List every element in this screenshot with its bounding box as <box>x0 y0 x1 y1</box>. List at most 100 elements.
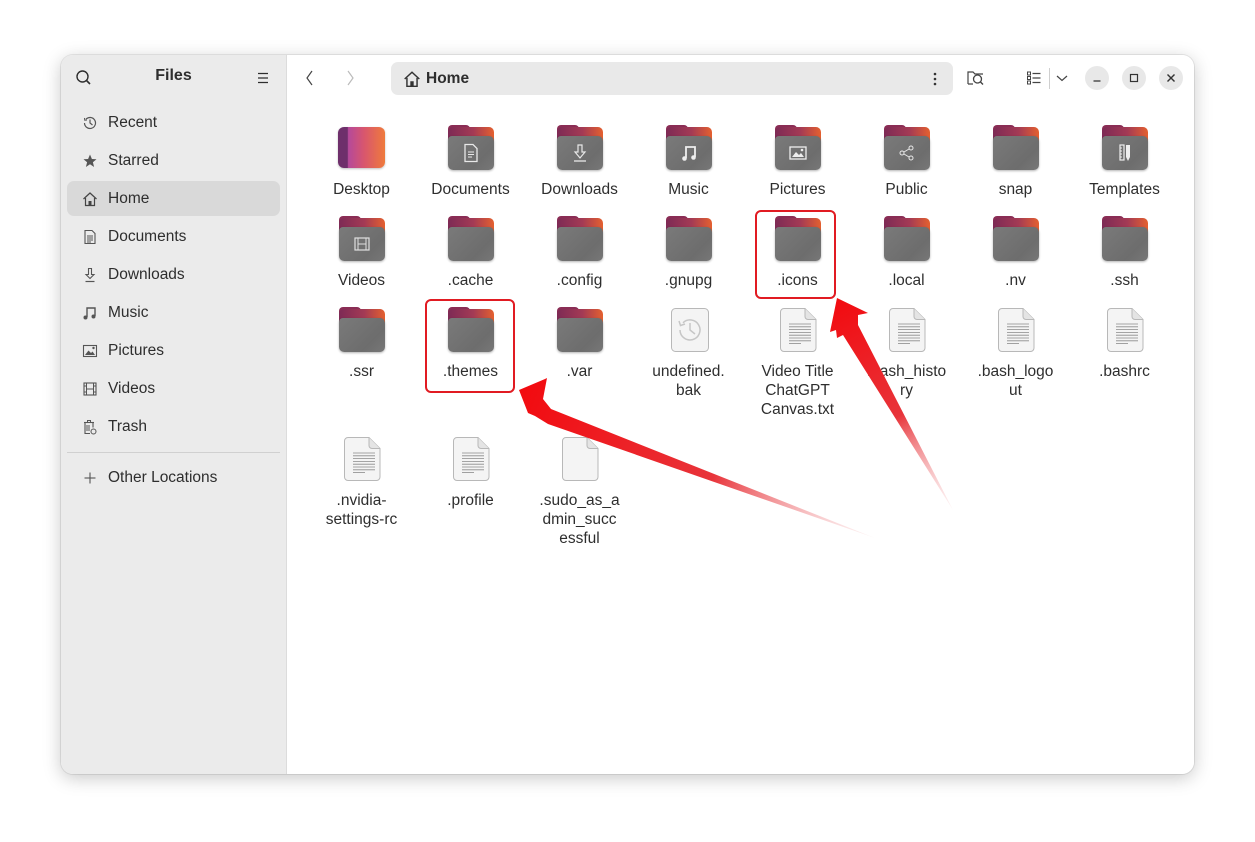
maximize-icon <box>1129 73 1139 83</box>
file-name-label: .ssh <box>1110 272 1139 289</box>
file-item-dot-profile[interactable]: .profile <box>416 436 525 510</box>
minimize-icon <box>1093 80 1101 82</box>
file-name-label: snap <box>998 181 1033 198</box>
sidebar-item-label: Trash <box>108 417 148 435</box>
sidebar-header: Files <box>61 55 286 101</box>
document-icon <box>81 228 99 246</box>
hamburger-menu-icon[interactable] <box>254 69 272 87</box>
sidebar-item-other-locations[interactable]: Other Locations <box>67 460 280 495</box>
folder-icon <box>663 125 715 171</box>
sidebar-item-home[interactable]: Home <box>67 181 280 216</box>
home-icon <box>81 190 99 208</box>
desktop-folder-icon <box>336 125 388 171</box>
file-item-dot-ssh[interactable]: .ssh <box>1070 216 1179 290</box>
folder-icon <box>336 307 388 353</box>
film-icon <box>339 227 385 261</box>
sidebar-item-starred[interactable]: Starred <box>67 143 280 178</box>
download-icon <box>81 266 99 284</box>
file-item-dot-bashrc[interactable]: .bashrc <box>1070 307 1179 381</box>
folder-icon <box>1099 216 1151 262</box>
sidebar-item-music[interactable]: Music <box>67 295 280 330</box>
sidebar-places: Recent Starred Home Documents Downloads … <box>67 105 280 498</box>
folder-icon <box>990 216 1042 262</box>
file-item-dot-var[interactable]: .var <box>525 307 634 381</box>
file-item-downloads[interactable]: Downloads <box>525 125 634 199</box>
file-item-video-title-chatgpt-canvas-txt[interactable]: Video Title ChatGPT Canvas.txt <box>743 307 852 419</box>
breadcrumb-home[interactable]: Home <box>426 70 469 88</box>
folder-icon <box>445 307 497 353</box>
file-item-dot-gnupg[interactable]: .gnupg <box>634 216 743 290</box>
file-item-dot-bash-logout[interactable]: .bash_logo ut <box>961 307 1070 400</box>
search-location-button[interactable] <box>965 67 987 89</box>
download-icon <box>557 136 603 170</box>
file-item-dot-nvidia-settings-rc[interactable]: .nvidia- settings-rc <box>307 436 416 529</box>
file-name-label: Pictures <box>769 181 826 198</box>
file-item-dot-config[interactable]: .config <box>525 216 634 290</box>
file-name-label: undefined. bak <box>652 363 725 399</box>
minimize-button[interactable] <box>1085 66 1109 90</box>
view-options-button[interactable] <box>1051 67 1073 89</box>
sidebar-item-documents[interactable]: Documents <box>67 219 280 254</box>
file-item-documents[interactable]: Documents <box>416 125 525 199</box>
path-bar[interactable]: Home <box>391 62 953 95</box>
file-item-dot-themes[interactable]: .themes <box>416 307 525 381</box>
file-item-pictures[interactable]: Pictures <box>743 125 852 199</box>
folder-icon <box>881 216 933 262</box>
close-icon <box>1167 74 1175 82</box>
sidebar-item-videos[interactable]: Videos <box>67 371 280 406</box>
file-name-label: .local <box>888 272 925 289</box>
files-window: Files Recent Starred Home Documents Down… <box>61 55 1194 774</box>
file-item-public[interactable]: Public <box>852 125 961 199</box>
clock-icon <box>81 114 99 132</box>
picture-icon <box>81 342 99 360</box>
text-file-icon <box>445 436 497 482</box>
sidebar-item-recent[interactable]: Recent <box>67 105 280 140</box>
share-icon <box>884 136 930 170</box>
folder-search-icon <box>967 71 984 85</box>
chevron-down-icon <box>1056 75 1068 82</box>
vertical-ellipsis-icon[interactable] <box>927 70 943 88</box>
music-note-icon <box>81 304 99 322</box>
file-name-label: .nvidia- settings-rc <box>325 492 398 528</box>
film-icon <box>81 380 99 398</box>
file-item-dot-cache[interactable]: .cache <box>416 216 525 290</box>
sidebar-separator <box>67 452 280 453</box>
file-item-dot-local[interactable]: .local <box>852 216 961 290</box>
folder-icon <box>990 125 1042 171</box>
file-item-music[interactable]: Music <box>634 125 743 199</box>
chevron-right-icon <box>347 70 354 86</box>
empty-file-icon <box>554 436 606 482</box>
folder-icon <box>663 216 715 262</box>
file-item-dot-icons[interactable]: .icons <box>743 216 852 290</box>
text-file-icon <box>990 307 1042 353</box>
file-name-label: .bash_histo ry <box>866 363 947 399</box>
close-button[interactable] <box>1159 66 1183 90</box>
forward-button[interactable] <box>339 67 361 89</box>
backup-file-icon <box>663 307 715 353</box>
maximize-button[interactable] <box>1122 66 1146 90</box>
plus-icon <box>81 469 99 487</box>
sidebar-item-label: Starred <box>108 151 159 169</box>
file-name-label: .themes <box>442 363 499 380</box>
sidebar-item-label: Recent <box>108 113 158 131</box>
app-title: Files <box>155 67 192 84</box>
file-item-dot-nv[interactable]: .nv <box>961 216 1070 290</box>
file-name-label: Templates <box>1089 181 1160 198</box>
file-item-dot-ssr[interactable]: .ssr <box>307 307 416 381</box>
sidebar-item-trash[interactable]: Trash <box>67 409 280 444</box>
list-view-button[interactable] <box>1023 67 1045 89</box>
sidebar-item-downloads[interactable]: Downloads <box>67 257 280 292</box>
file-name-label: .bashrc <box>1099 363 1150 380</box>
sidebar-item-label: Downloads <box>108 265 185 283</box>
file-item-dot-sudo-as-admin-successful[interactable]: .sudo_as_a dmin_succ essful <box>525 436 634 548</box>
file-item-dot-bash-history[interactable]: .bash_histo ry <box>852 307 961 400</box>
sidebar-item-pictures[interactable]: Pictures <box>67 333 280 368</box>
file-name-label: Documents <box>431 181 510 198</box>
file-item-snap[interactable]: snap <box>961 125 1070 199</box>
file-item-undefined-bak[interactable]: undefined. bak <box>634 307 743 400</box>
file-item-templates[interactable]: Templates <box>1070 125 1179 199</box>
folder-icon <box>554 125 606 171</box>
file-item-videos[interactable]: Videos <box>307 216 416 290</box>
back-button[interactable] <box>299 67 321 89</box>
file-item-desktop[interactable]: Desktop <box>307 125 416 199</box>
